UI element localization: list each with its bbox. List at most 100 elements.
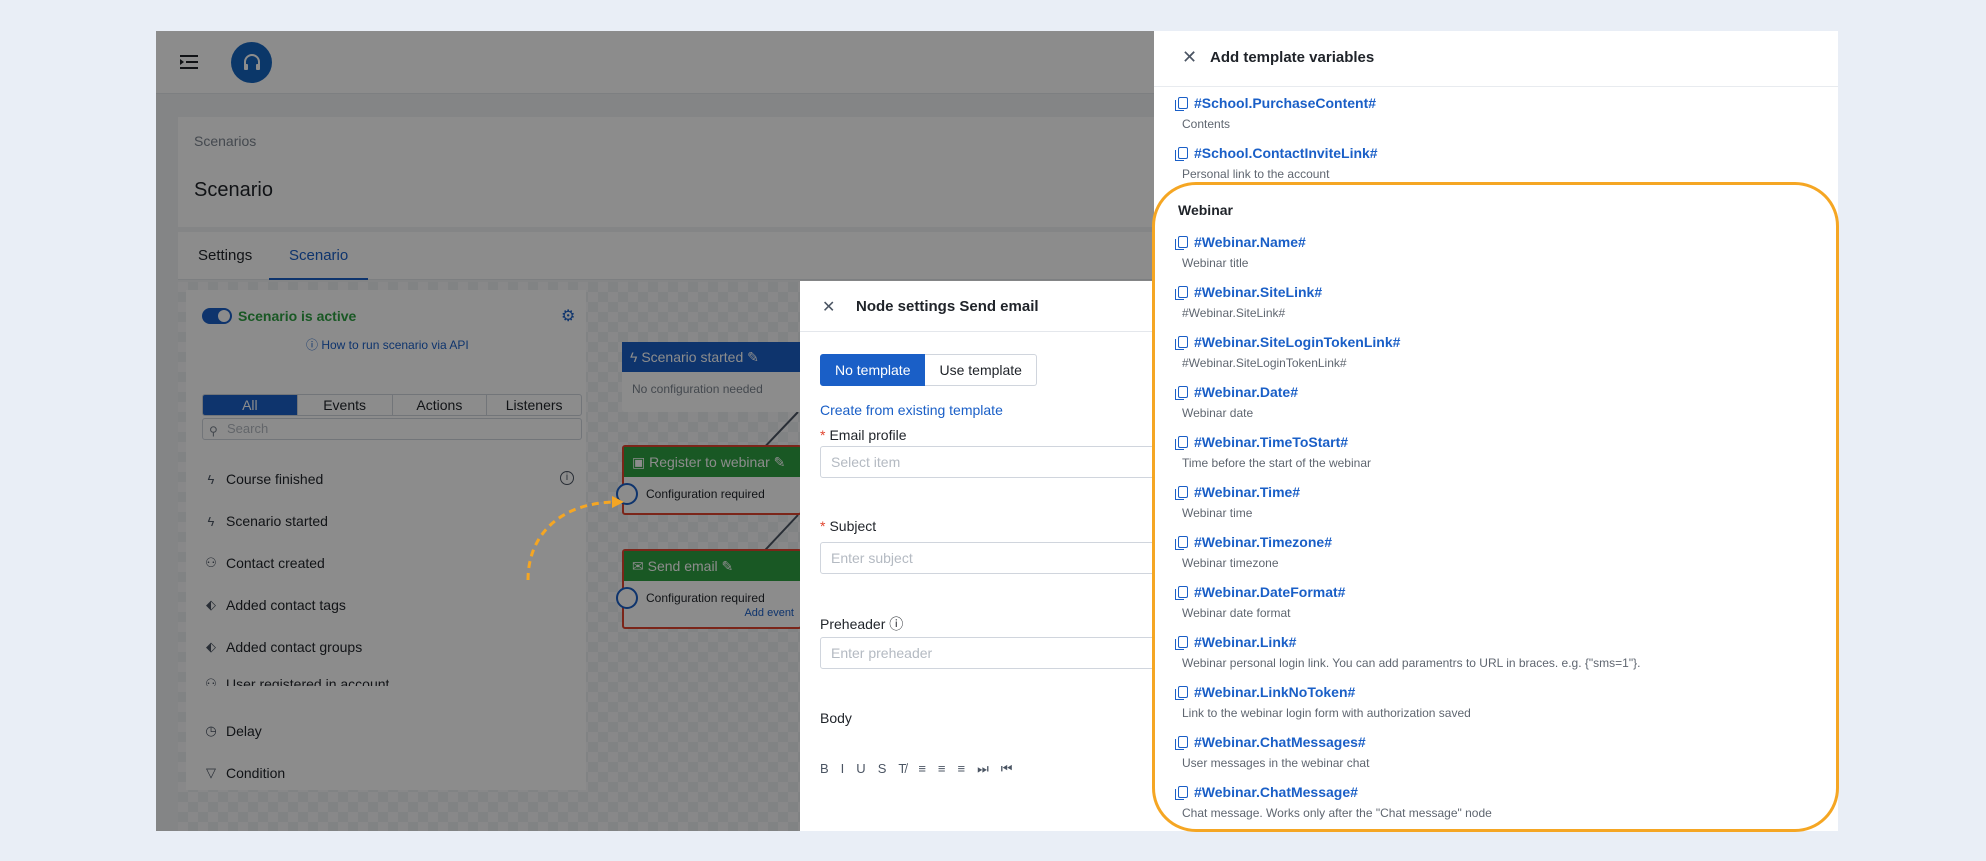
variable-item[interactable]: #Webinar.TimeToStart# Time before the st… [1175,434,1371,470]
email-profile-label-text: Email profile [829,427,907,443]
subject-input[interactable]: Enter subject [820,542,1200,574]
copy-icon[interactable] [1175,236,1188,250]
variable-name[interactable]: #Webinar.ChatMessage# [1175,784,1492,800]
subject-label: * Subject [820,518,877,534]
variable-name[interactable]: #School.ContactInviteLink# [1175,145,1378,161]
preheader-label: Preheader ⓘ [820,614,903,634]
variable-name[interactable]: #Webinar.LinkNoToken# [1175,684,1471,700]
variable-description: Link to the webinar login form with auth… [1182,706,1471,720]
variable-item[interactable]: #Webinar.SiteLoginTokenLink# #Webinar.Si… [1175,334,1401,370]
variable-name-text: #Webinar.LinkNoToken# [1194,684,1356,700]
variable-name-text: #Webinar.Date# [1194,384,1299,400]
variable-item[interactable]: #Webinar.Name# Webinar title [1175,234,1306,270]
align-center-button[interactable]: ≡ [938,761,946,777]
drawer-title: Add template variables [1210,49,1375,66]
body-label: Body [820,710,852,726]
variable-item[interactable]: #Webinar.Time# Webinar time [1175,484,1301,520]
variable-description: Chat message. Works only after the "Chat… [1182,806,1492,820]
node-settings-title: Node settings Send email [856,298,1039,315]
use-template-button[interactable]: Use template [925,354,1037,386]
variable-name[interactable]: #Webinar.DateFormat# [1175,584,1346,600]
variable-name-text: #Webinar.Link# [1194,634,1297,650]
variable-description: #Webinar.SiteLink# [1182,306,1286,320]
variable-name[interactable]: #Webinar.SiteLink# [1175,284,1323,300]
variable-item[interactable]: #Webinar.SiteLink# #Webinar.SiteLink# [1175,284,1323,320]
info-icon[interactable]: ⓘ [889,616,903,632]
copy-icon[interactable] [1175,736,1188,750]
variable-description: Time before the start of the webinar [1182,456,1371,470]
preheader-label-text: Preheader [820,616,886,632]
strike-button[interactable]: S [878,761,887,777]
variable-description: #Webinar.SiteLoginTokenLink# [1182,356,1347,370]
variable-name[interactable]: #Webinar.SiteLoginTokenLink# [1175,334,1401,350]
copy-icon[interactable] [1175,786,1188,800]
close-icon[interactable]: ✕ [1182,47,1197,68]
copy-icon[interactable] [1175,536,1188,550]
variable-name-text: #Webinar.TimeToStart# [1194,434,1349,450]
variable-description: Webinar title [1182,256,1249,270]
orange-arrow-icon [526,496,624,581]
variable-description: Webinar date format [1182,606,1291,620]
preheader-input[interactable]: Enter preheader [820,637,1200,669]
variable-name-text: #Webinar.DateFormat# [1194,584,1346,600]
variable-description: Webinar date [1182,406,1254,420]
variable-description: Webinar time [1182,506,1253,520]
variable-item[interactable]: #Webinar.Date# Webinar date [1175,384,1299,420]
email-profile-select[interactable]: Select item [820,446,1200,478]
underline-button[interactable]: U [856,761,865,777]
outdent-button[interactable]: ⏮ [1001,761,1013,777]
variable-item[interactable]: #Webinar.ChatMessage# Chat message. Work… [1175,784,1492,820]
variable-name[interactable]: #Webinar.ChatMessages# [1175,734,1369,750]
copy-icon[interactable] [1175,686,1188,700]
variable-name-text: #Webinar.SiteLink# [1194,284,1323,300]
variable-name-text: #Webinar.ChatMessages# [1194,734,1366,750]
divider [800,331,1200,332]
copy-icon[interactable] [1175,386,1188,400]
variable-name[interactable]: #School.PurchaseContent# [1175,95,1377,111]
variable-name-text: #Webinar.Name# [1194,234,1306,250]
copy-icon[interactable] [1175,336,1188,350]
copy-icon[interactable] [1175,286,1188,300]
variable-name[interactable]: #Webinar.Date# [1175,384,1299,400]
align-left-button[interactable]: ≡ [918,761,926,777]
bold-button[interactable]: B [820,761,829,777]
variable-name-text: #Webinar.ChatMessage# [1194,784,1358,800]
variable-name[interactable]: #Webinar.Link# [1175,634,1640,650]
variable-name[interactable]: #Webinar.Time# [1175,484,1301,500]
subject-label-text: Subject [829,518,877,534]
variable-item[interactable]: #Webinar.Link# Webinar personal login li… [1175,634,1641,670]
variable-item[interactable]: #Webinar.Timezone# Webinar timezone [1175,534,1332,570]
variable-name[interactable]: #Webinar.Name# [1175,234,1306,250]
node-settings-panel: ✕ Node settings Send email No template U… [800,281,1200,831]
variable-description: Webinar personal login link. You can add… [1182,656,1641,670]
align-right-button[interactable]: ≡ [958,761,966,777]
variable-item[interactable]: #School.ContactInviteLink# Personal link… [1175,145,1378,181]
variable-name-text: #Webinar.Timezone# [1194,534,1332,550]
indent-button[interactable]: ⏭ [977,761,989,777]
variable-item[interactable]: #Webinar.DateFormat# Webinar date format [1175,584,1346,620]
copy-icon[interactable] [1175,147,1188,161]
copy-icon[interactable] [1175,586,1188,600]
variable-item[interactable]: #Webinar.LinkNoToken# Link to the webina… [1175,684,1471,720]
copy-icon[interactable] [1175,486,1188,500]
no-template-button[interactable]: No template [820,354,926,386]
create-from-template-link[interactable]: Create from existing template [820,402,1003,418]
close-icon[interactable]: ✕ [822,297,835,317]
copy-icon[interactable] [1175,436,1188,450]
variable-name-text: #School.PurchaseContent# [1194,95,1377,111]
variable-item[interactable]: #School.PurchaseContent# Contents [1175,95,1377,131]
variable-item[interactable]: #Webinar.ChatMessages# User messages in … [1175,734,1370,770]
template-variables-drawer: ✕ Add template variables #School.Purchas… [1154,31,1838,831]
variable-description: Contents [1182,117,1231,131]
variable-name[interactable]: #Webinar.Timezone# [1175,534,1332,550]
variable-description: Webinar timezone [1182,556,1279,570]
copy-icon[interactable] [1175,97,1188,111]
variable-description: User messages in the webinar chat [1182,756,1370,770]
variable-name-text: #Webinar.SiteLoginTokenLink# [1194,334,1401,350]
italic-button[interactable]: I [841,761,845,777]
email-profile-label: * Email profile [820,427,907,443]
variable-name-text: #Webinar.Time# [1194,484,1301,500]
clear-format-button[interactable]: T̸ [898,761,906,777]
copy-icon[interactable] [1175,636,1188,650]
variable-name[interactable]: #Webinar.TimeToStart# [1175,434,1371,450]
